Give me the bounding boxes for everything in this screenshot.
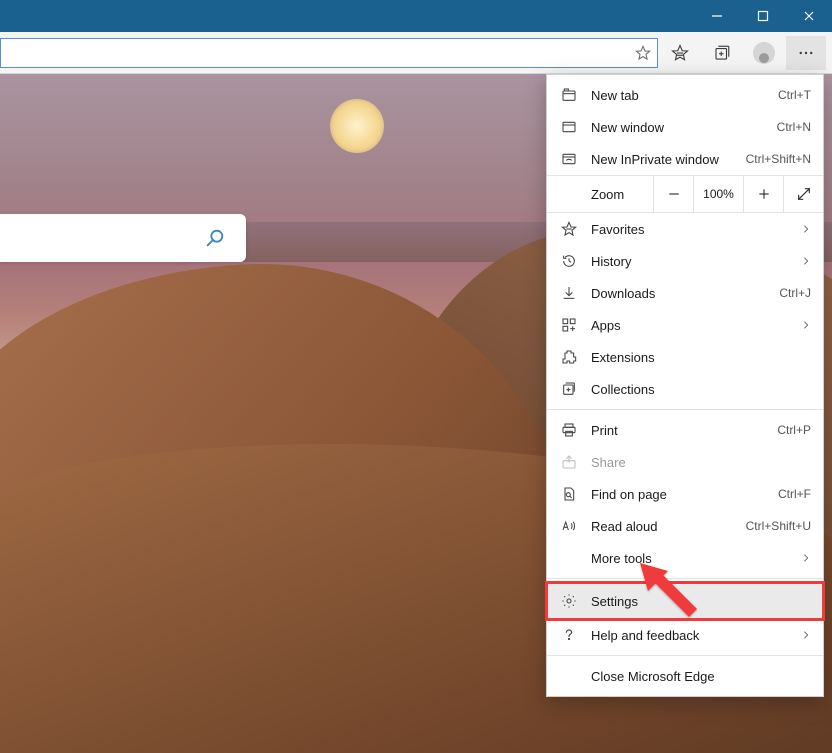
profile-button[interactable]	[744, 36, 784, 70]
menu-item-label: Extensions	[591, 350, 811, 365]
zoom-in-button[interactable]	[743, 175, 783, 213]
menu-item-shortcut: Ctrl+Shift+N	[746, 152, 811, 166]
new-tab-icon	[559, 87, 579, 103]
chevron-right-icon	[801, 553, 811, 563]
menu-item-label: Settings	[591, 594, 811, 609]
more-menu-button[interactable]	[786, 36, 826, 70]
menu-item-shortcut: Ctrl+P	[777, 423, 811, 437]
history-icon	[559, 253, 579, 269]
star-icon	[559, 221, 579, 237]
extensions-icon	[559, 349, 579, 365]
menu-separator	[547, 578, 823, 579]
menu-item-label: Downloads	[591, 286, 767, 301]
menu-item-label: Share	[591, 455, 811, 470]
help-icon	[559, 627, 579, 643]
apps-icon	[559, 317, 579, 333]
menu-item-label: More tools	[591, 551, 789, 566]
sun-graphic	[330, 99, 384, 153]
collections-icon	[559, 381, 579, 397]
avatar-icon	[753, 42, 775, 64]
print-icon	[559, 422, 579, 438]
window-minimize-button[interactable]	[694, 0, 740, 32]
menu-item-label: New window	[591, 120, 765, 135]
menu-item-label: Favorites	[591, 222, 789, 237]
browser-toolbar	[0, 32, 832, 74]
chevron-right-icon	[801, 630, 811, 640]
menu-print[interactable]: Print Ctrl+P	[547, 414, 823, 446]
zoom-out-button[interactable]	[653, 175, 693, 213]
menu-read-aloud[interactable]: Read aloud Ctrl+Shift+U	[547, 510, 823, 542]
menu-collections[interactable]: Collections	[547, 373, 823, 405]
menu-item-shortcut: Ctrl+Shift+U	[746, 519, 811, 533]
menu-item-shortcut: Ctrl+F	[778, 487, 811, 501]
menu-item-shortcut: Ctrl+J	[779, 286, 811, 300]
menu-item-label: Print	[591, 423, 765, 438]
menu-new-tab[interactable]: New tab Ctrl+T	[547, 79, 823, 111]
window-maximize-button[interactable]	[740, 0, 786, 32]
inprivate-icon	[559, 151, 579, 167]
fullscreen-button[interactable]	[783, 175, 823, 213]
menu-new-inprivate[interactable]: New InPrivate window Ctrl+Shift+N	[547, 143, 823, 175]
favorite-star-icon[interactable]	[635, 45, 651, 61]
menu-separator	[547, 655, 823, 656]
menu-item-label: Find on page	[591, 487, 766, 502]
menu-help[interactable]: Help and feedback	[547, 619, 823, 651]
menu-find[interactable]: Find on page Ctrl+F	[547, 478, 823, 510]
find-icon	[559, 486, 579, 502]
menu-extensions[interactable]: Extensions	[547, 341, 823, 373]
menu-item-label: Read aloud	[591, 519, 734, 534]
read-aloud-icon	[559, 518, 579, 534]
menu-item-label: New InPrivate window	[591, 152, 734, 167]
search-box[interactable]	[0, 214, 246, 262]
chevron-right-icon	[801, 224, 811, 234]
menu-item-label: Collections	[591, 382, 811, 397]
zoom-percent: 100%	[693, 175, 743, 213]
menu-separator	[547, 409, 823, 410]
new-window-icon	[559, 119, 579, 135]
favorites-button[interactable]	[660, 36, 700, 70]
chevron-right-icon	[801, 320, 811, 330]
menu-zoom-row: Zoom 100%	[547, 175, 823, 213]
window-titlebar	[0, 0, 832, 32]
menu-share: Share	[547, 446, 823, 478]
menu-item-label: Help and feedback	[591, 628, 789, 643]
menu-history[interactable]: History	[547, 245, 823, 277]
menu-item-shortcut: Ctrl+N	[777, 120, 811, 134]
menu-close-edge[interactable]: Close Microsoft Edge	[547, 660, 823, 692]
menu-new-window[interactable]: New window Ctrl+N	[547, 111, 823, 143]
menu-item-label: Apps	[591, 318, 789, 333]
collections-button[interactable]	[702, 36, 742, 70]
menu-more-tools[interactable]: More tools	[547, 542, 823, 574]
download-icon	[559, 285, 579, 301]
address-bar[interactable]	[0, 38, 658, 68]
zoom-label: Zoom	[547, 187, 644, 202]
menu-favorites[interactable]: Favorites	[547, 213, 823, 245]
window-close-button[interactable]	[786, 0, 832, 32]
menu-item-shortcut: Ctrl+T	[778, 88, 811, 102]
menu-item-label: Close Microsoft Edge	[591, 669, 811, 684]
search-icon	[204, 227, 226, 249]
chevron-right-icon	[801, 256, 811, 266]
menu-settings[interactable]: Settings	[547, 583, 823, 619]
menu-apps[interactable]: Apps	[547, 309, 823, 341]
menu-item-label: History	[591, 254, 789, 269]
menu-item-label: New tab	[591, 88, 766, 103]
settings-icon	[559, 593, 579, 609]
share-icon	[559, 454, 579, 470]
more-menu: New tab Ctrl+T New window Ctrl+N New InP…	[546, 74, 824, 697]
menu-downloads[interactable]: Downloads Ctrl+J	[547, 277, 823, 309]
